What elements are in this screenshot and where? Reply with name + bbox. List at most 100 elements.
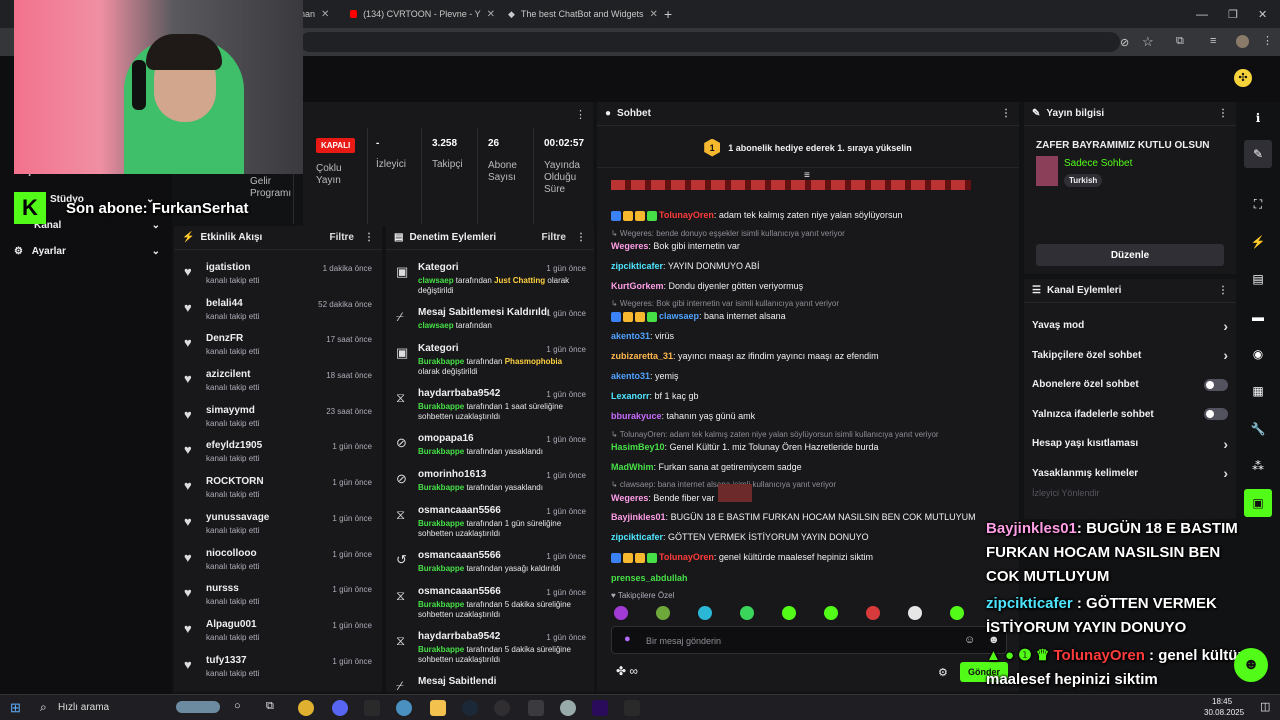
chat-message[interactable]: prenses_abdullah: [611, 573, 688, 583]
activity-item[interactable]: ♥ igatistion kanalı takip etti 1 dakika önc…: [174, 258, 382, 294]
clapper-icon[interactable]: ▣: [1244, 489, 1272, 517]
close-tab-icon[interactable]: ✕: [321, 9, 329, 20]
chat-username[interactable]: zipcikticafer: [611, 532, 663, 542]
windows-start-icon[interactable]: ⊞: [10, 700, 21, 716]
more-icon[interactable]: ⋮: [575, 108, 586, 121]
sidebar-item-settings[interactable]: ⚙ Ayarlar ⌄: [14, 246, 160, 257]
premiere-icon[interactable]: [592, 700, 608, 716]
mod-filter-button[interactable]: Filtre: [542, 232, 566, 243]
profile-avatar[interactable]: [1236, 35, 1249, 48]
toggle-switch[interactable]: [1204, 378, 1228, 391]
chat-message[interactable]: akento31: yemiş: [611, 371, 679, 381]
browser-menu-icon[interactable]: ⋮: [1262, 34, 1273, 47]
chat-username[interactable]: Lexanorr: [611, 391, 650, 401]
emote[interactable]: [950, 606, 964, 620]
chat-message[interactable]: TolunayOren: genel kültürde maalesef hep…: [611, 552, 873, 563]
chat-message[interactable]: Wegeres: Bok gibi internetin var: [611, 241, 740, 251]
info-icon[interactable]: ℹ: [1244, 104, 1272, 132]
activity-item[interactable]: ♥ Alpagu001 kanalı takip etti 1 gün önce: [174, 615, 382, 651]
chat-username[interactable]: prenses_abdullah: [611, 573, 688, 583]
wrench-icon[interactable]: 🔧: [1244, 415, 1272, 443]
close-tab-icon[interactable]: ✕: [650, 9, 658, 20]
mod-action-item[interactable]: ⧖ osmancaaan5566 Burakbappe tarafından 5 d…: [386, 582, 594, 627]
activity-item[interactable]: ♥ efeyldz1905 kanalı takip etti 1 gün önce: [174, 436, 382, 472]
notification-icon[interactable]: ◫: [1260, 700, 1270, 713]
mod-action-item[interactable]: ↺ osmancaaan5566 Burakbappe tarafından yas…: [386, 546, 594, 582]
emote[interactable]: [614, 606, 628, 620]
fullscreen-icon[interactable]: ⛶: [1244, 190, 1272, 218]
channel-action-item[interactable]: Yasaklanmış kelimeler ›: [1024, 459, 1236, 489]
widgets-icon[interactable]: ⧉: [266, 700, 274, 713]
grid-app-icon[interactable]: [528, 700, 544, 716]
epic-games-icon[interactable]: [364, 700, 380, 716]
broadcast-icon[interactable]: ◉: [1244, 340, 1272, 368]
emote[interactable]: [908, 606, 922, 620]
apps-icon[interactable]: ⁂: [1244, 452, 1272, 480]
activity-item[interactable]: ♥ yunussavage kanalı takip etti 1 gün önce: [174, 508, 382, 544]
chat-username[interactable]: akento31: [611, 331, 650, 341]
chat-username[interactable]: bburakyuce: [611, 411, 662, 421]
address-bar[interactable]: [300, 32, 1120, 52]
chat-username[interactable]: akento31: [611, 371, 650, 381]
activity-item[interactable]: ♥ simayymd kanalı takip etti 23 saat önce: [174, 401, 382, 437]
bookmark-star-icon[interactable]: ☆: [1142, 34, 1154, 50]
layout-icon[interactable]: ▦: [1244, 377, 1272, 405]
extensions-icon[interactable]: ⧉: [1176, 35, 1184, 48]
kick-float-icon[interactable]: ☻: [1234, 648, 1268, 682]
channel-action-item[interactable]: Hesap yaşı kısıtlaması ›: [1024, 429, 1236, 459]
app-icon[interactable]: [560, 700, 576, 716]
task-view-icon[interactable]: ○: [234, 700, 241, 712]
chat-username[interactable]: MadWhim: [611, 462, 654, 472]
chat-message[interactable]: zipcikticafer: GÖTTEN VERMEK İSTİYORUM Y…: [611, 532, 869, 542]
botrix-logo-icon[interactable]: ✣: [1234, 69, 1252, 87]
emote[interactable]: [782, 606, 796, 620]
more-icon[interactable]: ⋮: [1218, 285, 1228, 296]
chat-message[interactable]: TolunayOren: adam tek kalmış zaten niye …: [611, 210, 902, 221]
mod-action-item[interactable]: ⌿ Mesaj Sabitlendi: [386, 672, 594, 692]
chat-settings-icon[interactable]: ⚙: [938, 666, 948, 679]
folder-icon[interactable]: [430, 700, 446, 716]
eye-off-icon[interactable]: ⊘: [1120, 36, 1129, 49]
activity-filter-button[interactable]: Filtre: [330, 232, 354, 243]
mod-action-item[interactable]: ⌿ Mesaj Sabitlemesi Kaldırıldı clawsaep ta…: [386, 303, 594, 339]
chat-message[interactable]: Bayjinkles01: BUGÜN 18 E BASTIM FURKAN H…: [611, 512, 976, 522]
more-icon[interactable]: ⋮: [1218, 108, 1228, 119]
browser-tab-partial[interactable]: nan ✕: [300, 4, 340, 24]
emote[interactable]: [866, 606, 880, 620]
sidebar-item-channel[interactable]: Kanal ⌄: [34, 220, 160, 231]
mod-action-item[interactable]: ▣ Kategori Burakbappe tarafından Phasmopho…: [386, 339, 594, 384]
chat-username[interactable]: Bayjinkles01: [611, 512, 666, 522]
edit-stream-button[interactable]: Düzenle: [1036, 244, 1224, 266]
channel-action-item[interactable]: Yavaş mod ›: [1024, 311, 1236, 341]
mod-action-item[interactable]: ⧖ haydarrbaba9542 Burakbappe tarafından 5 …: [386, 627, 594, 672]
activity-item[interactable]: ♥ azizcilent kanalı takip etti 18 saat önce: [174, 365, 382, 401]
activity-item[interactable]: ♥ tufy1337 kanalı takip etti 1 gün önce: [174, 651, 382, 687]
chrome-icon[interactable]: [298, 700, 314, 716]
mod-action-item[interactable]: ⊘ omorinho1613 Burakbappe tarafından yasak…: [386, 465, 594, 501]
emote[interactable]: [656, 606, 670, 620]
toggle-switch[interactable]: [1204, 408, 1228, 421]
browser-tab-youtube[interactable]: (134) CVRTOON - Plevne - Y ✕: [350, 4, 495, 24]
category-link[interactable]: Sadece Sohbet: [1064, 158, 1132, 169]
channel-action-item[interactable]: Yalnızca ifadelerle sohbet: [1024, 400, 1236, 430]
channel-action-item[interactable]: Abonelere özel sohbet: [1024, 370, 1236, 400]
chat-message[interactable]: HasimBey10: Genel Kültür 1. miz Tolunay …: [611, 442, 879, 452]
more-icon[interactable]: ⋮: [576, 232, 586, 243]
mic-icon[interactable]: ●: [624, 633, 631, 645]
chat-message[interactable]: zubizaretta_31: yayıncı maaşı az ifindim…: [611, 351, 879, 361]
chat-username[interactable]: zubizaretta_31: [611, 351, 673, 361]
chat-username[interactable]: HasimBey10: [611, 442, 665, 452]
chat-message[interactable]: KurtGorkem: Dondu diyenler götten veriyo…: [611, 281, 803, 291]
points-icon[interactable]: ✤ ∞: [616, 664, 638, 678]
chat-input[interactable]: ● Bir mesaj gönderin ☺ ☻: [611, 626, 1007, 654]
emote[interactable]: [824, 606, 838, 620]
media-icon[interactable]: ≡: [1210, 35, 1216, 47]
chat-message[interactable]: Wegeres: Bende fiber var: [611, 493, 714, 503]
activity-item[interactable]: ♥ ROCKTORN kanalı takip etti 1 gün önce: [174, 472, 382, 508]
chat-message[interactable]: zipcikticafer: YAYIN DONMUYO ABİ: [611, 261, 760, 271]
chat-message[interactable]: MadWhim: Furkan sana at getiremiycem sad…: [611, 462, 802, 472]
epic-games-icon[interactable]: [624, 700, 640, 716]
channel-action-item[interactable]: Takipçilere özel sohbet ›: [1024, 341, 1236, 371]
chat-username[interactable]: TolunayOren: [659, 210, 714, 220]
chat-username[interactable]: zipcikticafer: [611, 261, 663, 271]
